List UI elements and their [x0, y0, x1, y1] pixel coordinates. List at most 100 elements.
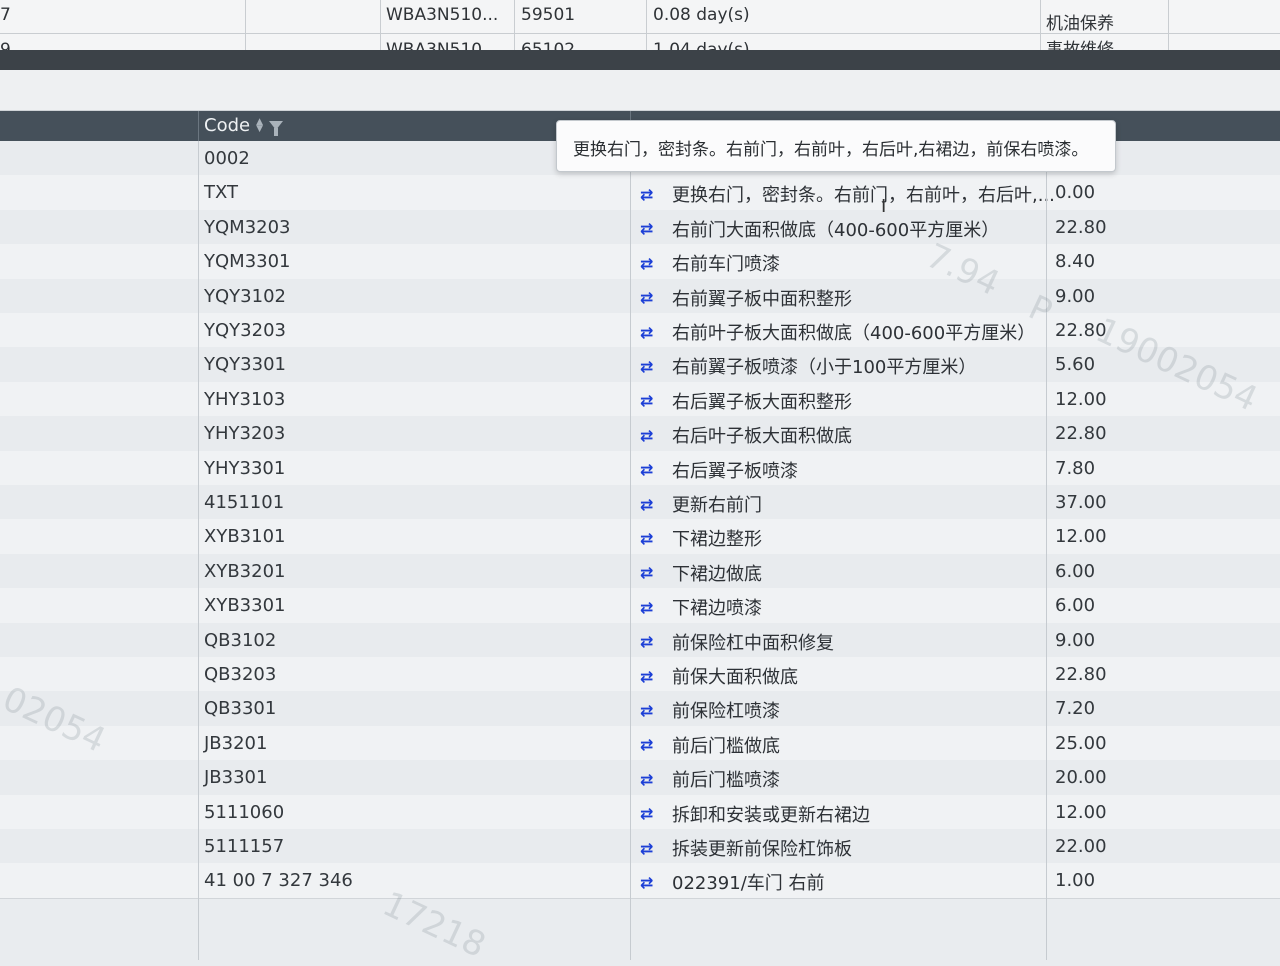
table-row[interactable]: YHY3103 ⇄ 右后翼子板大面积整形 12.00: [0, 381, 1280, 418]
swap-arrows-icon[interactable]: ⇄: [640, 668, 666, 684]
table-row[interactable]: YHY3301 ⇄ 右后翼子板喷漆 7.80: [0, 450, 1280, 486]
table-row[interactable]: XYB3201 ⇄ 下裙边做底 6.00: [0, 553, 1280, 590]
code-cell: XYB3301: [204, 595, 286, 617]
panel-toolbar: [0, 70, 1280, 111]
hours-cell: 12.00: [1055, 801, 1107, 823]
swap-arrows-icon[interactable]: ⇄: [640, 221, 666, 237]
table-row[interactable]: QB3102 ⇄ 前保险杠中面积修复 9.00: [0, 622, 1280, 658]
swap-arrows-icon[interactable]: ⇄: [640, 358, 666, 374]
description-cell: ⇄ 下裙边整形: [640, 525, 762, 551]
table-row[interactable]: QB3203 ⇄ 前保大面积做底 22.80: [0, 657, 1280, 693]
table-row[interactable]: YQM3301 ⇄ 右前车门喷漆 8.40: [0, 244, 1280, 280]
hours-cell: 0.00: [1055, 182, 1096, 204]
column-divider: [1040, 0, 1041, 50]
swap-arrows-icon[interactable]: ⇄: [640, 702, 666, 718]
hours-cell: 22.80: [1055, 320, 1107, 341]
table-row[interactable]: 5111060 ⇄ 拆卸和安装或更新右裙边 12.00: [0, 794, 1280, 830]
description-text: 下裙边整形: [672, 529, 762, 551]
description-text: 下裙边喷漆: [672, 598, 762, 620]
panel-splitter[interactable]: [0, 50, 1280, 70]
table-row[interactable]: TXT ⇄ 更换右门，密封条。右前门，右前叶，右后叶,... 0.00: [0, 175, 1280, 211]
table-row[interactable]: 4151101 ⇄ 更新右前门 37.00: [0, 485, 1280, 521]
description-cell: ⇄ 前保险杠喷漆: [640, 697, 780, 723]
description-text: 右后翼子板大面积整形: [672, 391, 852, 413]
column-divider: [245, 0, 246, 50]
table-row[interactable]: YQM3203 ⇄ 右前门大面积做底（400-600平方厘米） 22.80: [0, 209, 1280, 246]
description-cell: ⇄ 右前车门喷漆: [640, 250, 780, 276]
duration-cell: 0.08 day(s): [653, 5, 750, 25]
swap-arrows-icon[interactable]: ⇄: [640, 324, 666, 340]
filter-icon[interactable]: [269, 121, 284, 136]
labor-items-grid: Code ▲ ▼ 0002 TXT ⇄ 更换右门，密封条。右前门，右前叶，右后叶,...…: [0, 111, 1280, 960]
description-text: 前保大面积做底: [672, 667, 798, 688]
hours-cell: 37.00: [1055, 492, 1107, 513]
swap-arrows-icon[interactable]: ⇄: [640, 186, 666, 202]
swap-arrows-icon[interactable]: ⇄: [640, 634, 666, 650]
description-cell: ⇄ 前保大面积做底: [640, 663, 798, 689]
description-text: 前保险杠喷漆: [672, 701, 780, 723]
description-tooltip: 更换右门，密封条。右前门，右前叶，右后叶,右裙边，前保右喷漆。: [556, 120, 1116, 172]
column-divider: [514, 0, 515, 50]
description-text: 更新右前门: [672, 495, 762, 516]
hours-cell: 22.00: [1055, 836, 1107, 857]
column-header-label: Code: [204, 115, 251, 136]
swap-arrows-icon[interactable]: ⇄: [640, 496, 666, 512]
table-row[interactable]: QB3301 ⇄ 前保险杠喷漆 7.20: [0, 691, 1280, 727]
column-divider: [198, 141, 199, 960]
description-text: 右前车门喷漆: [672, 254, 780, 276]
column-divider: [630, 141, 631, 960]
service-type-cell: 机油保养: [1046, 14, 1114, 34]
column-divider: [1046, 141, 1047, 960]
description-text: 拆卸和安装或更新右裙边: [672, 804, 870, 826]
sort-icon[interactable]: ▲ ▼: [256, 117, 263, 133]
row-index: 9: [0, 40, 11, 50]
description-text: 更换右门，密封条。右前门，右前叶，右后叶,...: [672, 185, 1055, 207]
hours-cell: 7.20: [1055, 698, 1096, 720]
table-row[interactable]: JB3201 ⇄ 前后门槛做底 25.00: [0, 725, 1280, 762]
row-index: 7: [0, 5, 11, 25]
code-cell: YHY3301: [204, 457, 286, 479]
hours-cell: 6.00: [1055, 595, 1096, 617]
code-cell: YHY3203: [204, 423, 286, 445]
swap-arrows-icon[interactable]: ⇄: [640, 462, 666, 478]
hours-cell: 22.80: [1055, 664, 1107, 685]
table-row[interactable]: XYB3101 ⇄ 下裙边整形 12.00: [0, 519, 1280, 555]
table-row[interactable]: YQY3203 ⇄ 右前叶子板大面积做底（400-600平方厘米） 22.80: [0, 313, 1280, 349]
service-type-cell: 事故维修: [1046, 40, 1114, 50]
table-row[interactable]: 5111157 ⇄ 拆装更新前保险杠饰板 22.00: [0, 829, 1280, 865]
swap-arrows-icon[interactable]: ⇄: [640, 840, 666, 856]
description-cell: ⇄ 更新右前门: [640, 491, 762, 517]
swap-arrows-icon[interactable]: ⇄: [640, 530, 666, 546]
description-cell: ⇄ 右前翼子板喷漆（小于100平方厘米）: [640, 353, 976, 379]
code-cell: XYB3201: [204, 560, 286, 582]
table-row[interactable]: 41 00 7 327 346 ⇄ 022391/车门 右前 1.00: [0, 863, 1280, 899]
swap-arrows-icon[interactable]: ⇄: [640, 599, 666, 615]
swap-arrows-icon[interactable]: ⇄: [640, 874, 666, 890]
description-text: 前后门槛喷漆: [672, 770, 780, 792]
swap-arrows-icon[interactable]: ⇄: [640, 393, 666, 409]
text-cursor-icon: I: [881, 196, 887, 217]
hours-cell: 22.80: [1055, 216, 1107, 238]
table-row[interactable]: YQY3301 ⇄ 右前翼子板喷漆（小于100平方厘米） 5.60: [0, 347, 1280, 383]
vin-cell[interactable]: WBA3N510: [386, 38, 482, 50]
description-cell: ⇄ 拆卸和安装或更新右裙边: [640, 801, 870, 827]
column-header-code[interactable]: Code ▲ ▼: [204, 115, 284, 136]
table-row[interactable]: YHY3203 ⇄ 右后叶子板大面积做底 22.80: [0, 416, 1280, 452]
swap-arrows-icon[interactable]: ⇄: [640, 290, 666, 306]
swap-arrows-icon[interactable]: ⇄: [640, 806, 666, 822]
description-text: 前保险杠中面积修复: [672, 632, 834, 654]
swap-arrows-icon[interactable]: ⇄: [640, 771, 666, 787]
vin-cell[interactable]: WBA3N510...: [386, 5, 498, 25]
column-divider: [646, 0, 647, 50]
swap-arrows-icon[interactable]: ⇄: [640, 427, 666, 443]
table-row[interactable]: YQY3102 ⇄ 右前翼子板中面积整形 9.00: [0, 278, 1280, 314]
hours-cell: 1.00: [1055, 870, 1096, 892]
description-text: 右前门大面积做底（400-600平方厘米）: [672, 219, 1000, 241]
swap-arrows-icon[interactable]: ⇄: [640, 255, 666, 271]
column-divider: [380, 0, 381, 50]
hours-cell: 25.00: [1055, 732, 1107, 754]
table-row[interactable]: JB3301 ⇄ 前后门槛喷漆 20.00: [0, 760, 1280, 796]
swap-arrows-icon[interactable]: ⇄: [640, 737, 666, 753]
swap-arrows-icon[interactable]: ⇄: [640, 565, 666, 581]
table-row[interactable]: XYB3301 ⇄ 下裙边喷漆 6.00: [0, 588, 1280, 624]
